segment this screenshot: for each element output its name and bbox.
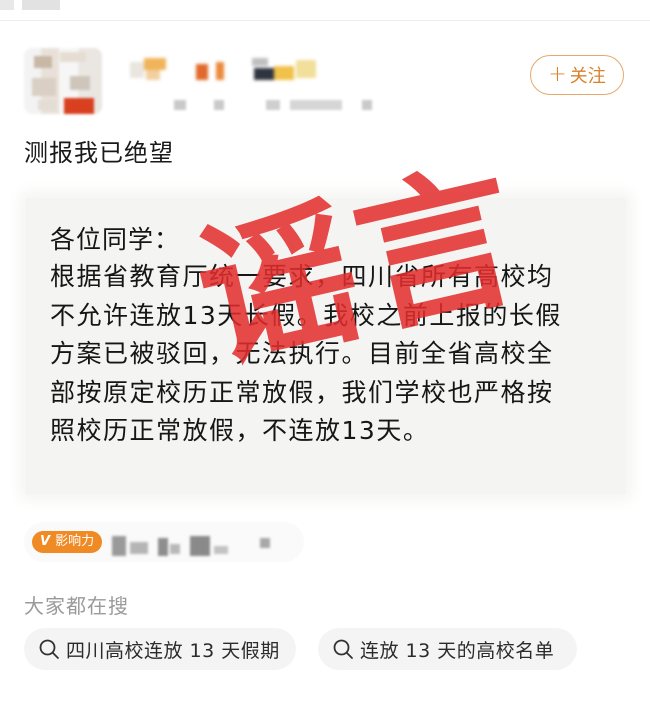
follow-button[interactable]: + 关注 <box>530 55 624 95</box>
notice-line: 不允许连放13天长假。我校之前上报的长假 <box>50 300 562 330</box>
username[interactable] <box>124 56 334 82</box>
notice-line: 根据省教育厅统一要求，四川省所有高校均 <box>50 262 554 291</box>
notice-line: 部按原定校历正常放假，我们学校也严格按 <box>50 377 554 407</box>
influencer-name <box>110 532 300 558</box>
search-chip[interactable]: 四川高校连放 13 天假期 <box>24 628 296 670</box>
notice-greeting: 各位同学： <box>50 225 181 254</box>
search-heading: 大家都在搜 <box>24 594 129 618</box>
plus-icon: + <box>548 62 567 87</box>
influence-label: 影响力 <box>54 531 103 553</box>
influence-badge: V 影响力 <box>32 531 103 553</box>
top-strip <box>0 0 650 21</box>
avatar[interactable] <box>24 48 102 114</box>
search-chip-label: 四川高校连放 13 天假期 <box>66 639 280 662</box>
search-chip[interactable]: 连放 13 天的高校名单 <box>318 628 577 670</box>
notice-body: 根据省教育厅统一要求，四川省所有高校均 不允许连放13天长假。我校之前上报的长假… <box>50 258 610 451</box>
v-badge-icon: V <box>32 531 55 553</box>
search-icon <box>38 638 60 660</box>
post-title: 测报我已绝望 <box>24 139 174 167</box>
follow-label: 关注 <box>569 66 606 87</box>
notice-line: 照校历正常放假，不连放13天。 <box>50 416 430 445</box>
notice-line: 方案已被驳回，无法执行。目前全省高校全 <box>50 339 554 368</box>
search-chip-label: 连放 13 天的高校名单 <box>360 639 555 662</box>
post-meta <box>170 98 380 112</box>
search-icon <box>332 638 354 660</box>
